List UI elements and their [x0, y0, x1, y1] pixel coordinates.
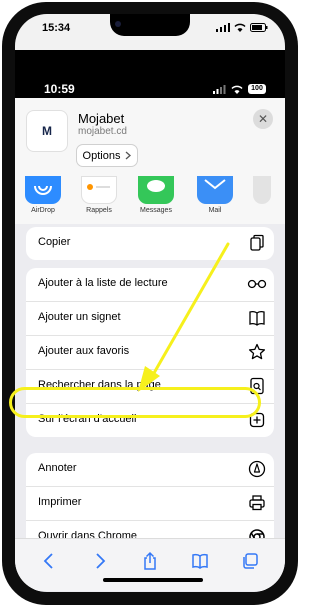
chevron-left-icon[interactable] [39, 551, 59, 571]
signal-icon [216, 23, 230, 32]
options-button[interactable]: Options [76, 144, 138, 167]
app-icon-partial [253, 176, 271, 204]
share-icon[interactable] [140, 551, 160, 571]
action-group-copy: Copier [26, 227, 274, 260]
action-row-markup[interactable]: Annoter [26, 453, 274, 487]
share-app-label: Messages [140, 207, 172, 214]
share-app-label: AirDrop [31, 207, 55, 214]
action-row-copier[interactable]: Copier [26, 227, 274, 260]
inner-status-bar: 10:59 100 [15, 50, 285, 98]
reading-list-icon [247, 279, 267, 289]
safari-toolbar [15, 538, 285, 591]
action-row-print[interactable]: Imprimer [26, 487, 274, 521]
share-app-airdrop[interactable]: AirDrop [17, 176, 69, 214]
share-app-label: Rappels [86, 207, 112, 214]
outer-status-icons [216, 23, 268, 32]
action-label: Copier [38, 236, 71, 248]
signal-icon [213, 84, 226, 94]
site-url: mojabet.cd [78, 126, 127, 137]
highlight-annotation [9, 387, 261, 418]
share-app-messages[interactable]: Messages [130, 176, 182, 214]
action-row-bookmark[interactable]: Ajouter un signet [26, 302, 274, 336]
star-icon [248, 343, 266, 360]
share-app-mail[interactable]: Mail [189, 176, 241, 214]
home-indicator [103, 578, 203, 582]
wifi-icon [234, 23, 246, 32]
notch [110, 14, 190, 36]
outer-status-time: 15:34 [42, 22, 71, 34]
chevron-right-icon[interactable] [90, 551, 110, 571]
tabs-icon[interactable] [240, 551, 260, 571]
share-header: M Mojabet mojabet.cd Options ✕ [15, 98, 285, 182]
phone-mockup: 15:34 10:59 100 M Mojabet mojabet.cd Opt… [0, 0, 300, 607]
action-row-reading-list[interactable]: Ajouter à la liste de lecture [26, 268, 274, 302]
camera-icon [115, 21, 121, 27]
close-button[interactable]: ✕ [253, 109, 273, 129]
copy-icon [250, 234, 264, 251]
action-label: Annoter [38, 462, 77, 474]
chevron-right-icon [126, 151, 132, 160]
share-sheet: M Mojabet mojabet.cd Options ✕ AirDrop R… [15, 98, 285, 592]
wifi-icon [231, 85, 243, 94]
battery-level: 100 [248, 84, 266, 94]
action-label: Ajouter à la liste de lecture [38, 277, 168, 289]
print-icon [249, 495, 265, 511]
share-app-label: Mail [208, 207, 222, 214]
airdrop-icon [25, 176, 61, 204]
book-icon[interactable] [190, 551, 210, 571]
action-label: Imprimer [38, 496, 82, 508]
inner-status-time: 10:59 [44, 82, 75, 96]
mail-icon [197, 176, 233, 204]
share-app-rappels[interactable]: Rappels [73, 176, 125, 214]
messages-icon [138, 176, 174, 204]
site-title: Mojabet [78, 111, 125, 126]
phone-screen: 15:34 10:59 100 M Mojabet mojabet.cd Opt… [15, 14, 285, 592]
options-label: Options [82, 149, 121, 162]
bookmark-icon [249, 311, 265, 326]
battery-icon [250, 23, 268, 32]
markup-icon [248, 460, 266, 478]
site-logo: M [26, 110, 68, 152]
share-app-more[interactable] [247, 176, 277, 204]
action-row-favorites[interactable]: Ajouter aux favoris [26, 336, 274, 370]
close-icon: ✕ [257, 112, 269, 126]
action-label: Ajouter un signet [38, 311, 121, 323]
inner-status-icons: 100 [213, 84, 266, 94]
action-label: Ajouter aux favoris [38, 345, 130, 357]
reminders-icon [81, 176, 117, 204]
share-apps-row: AirDrop Rappels Messages Mail [15, 176, 285, 224]
